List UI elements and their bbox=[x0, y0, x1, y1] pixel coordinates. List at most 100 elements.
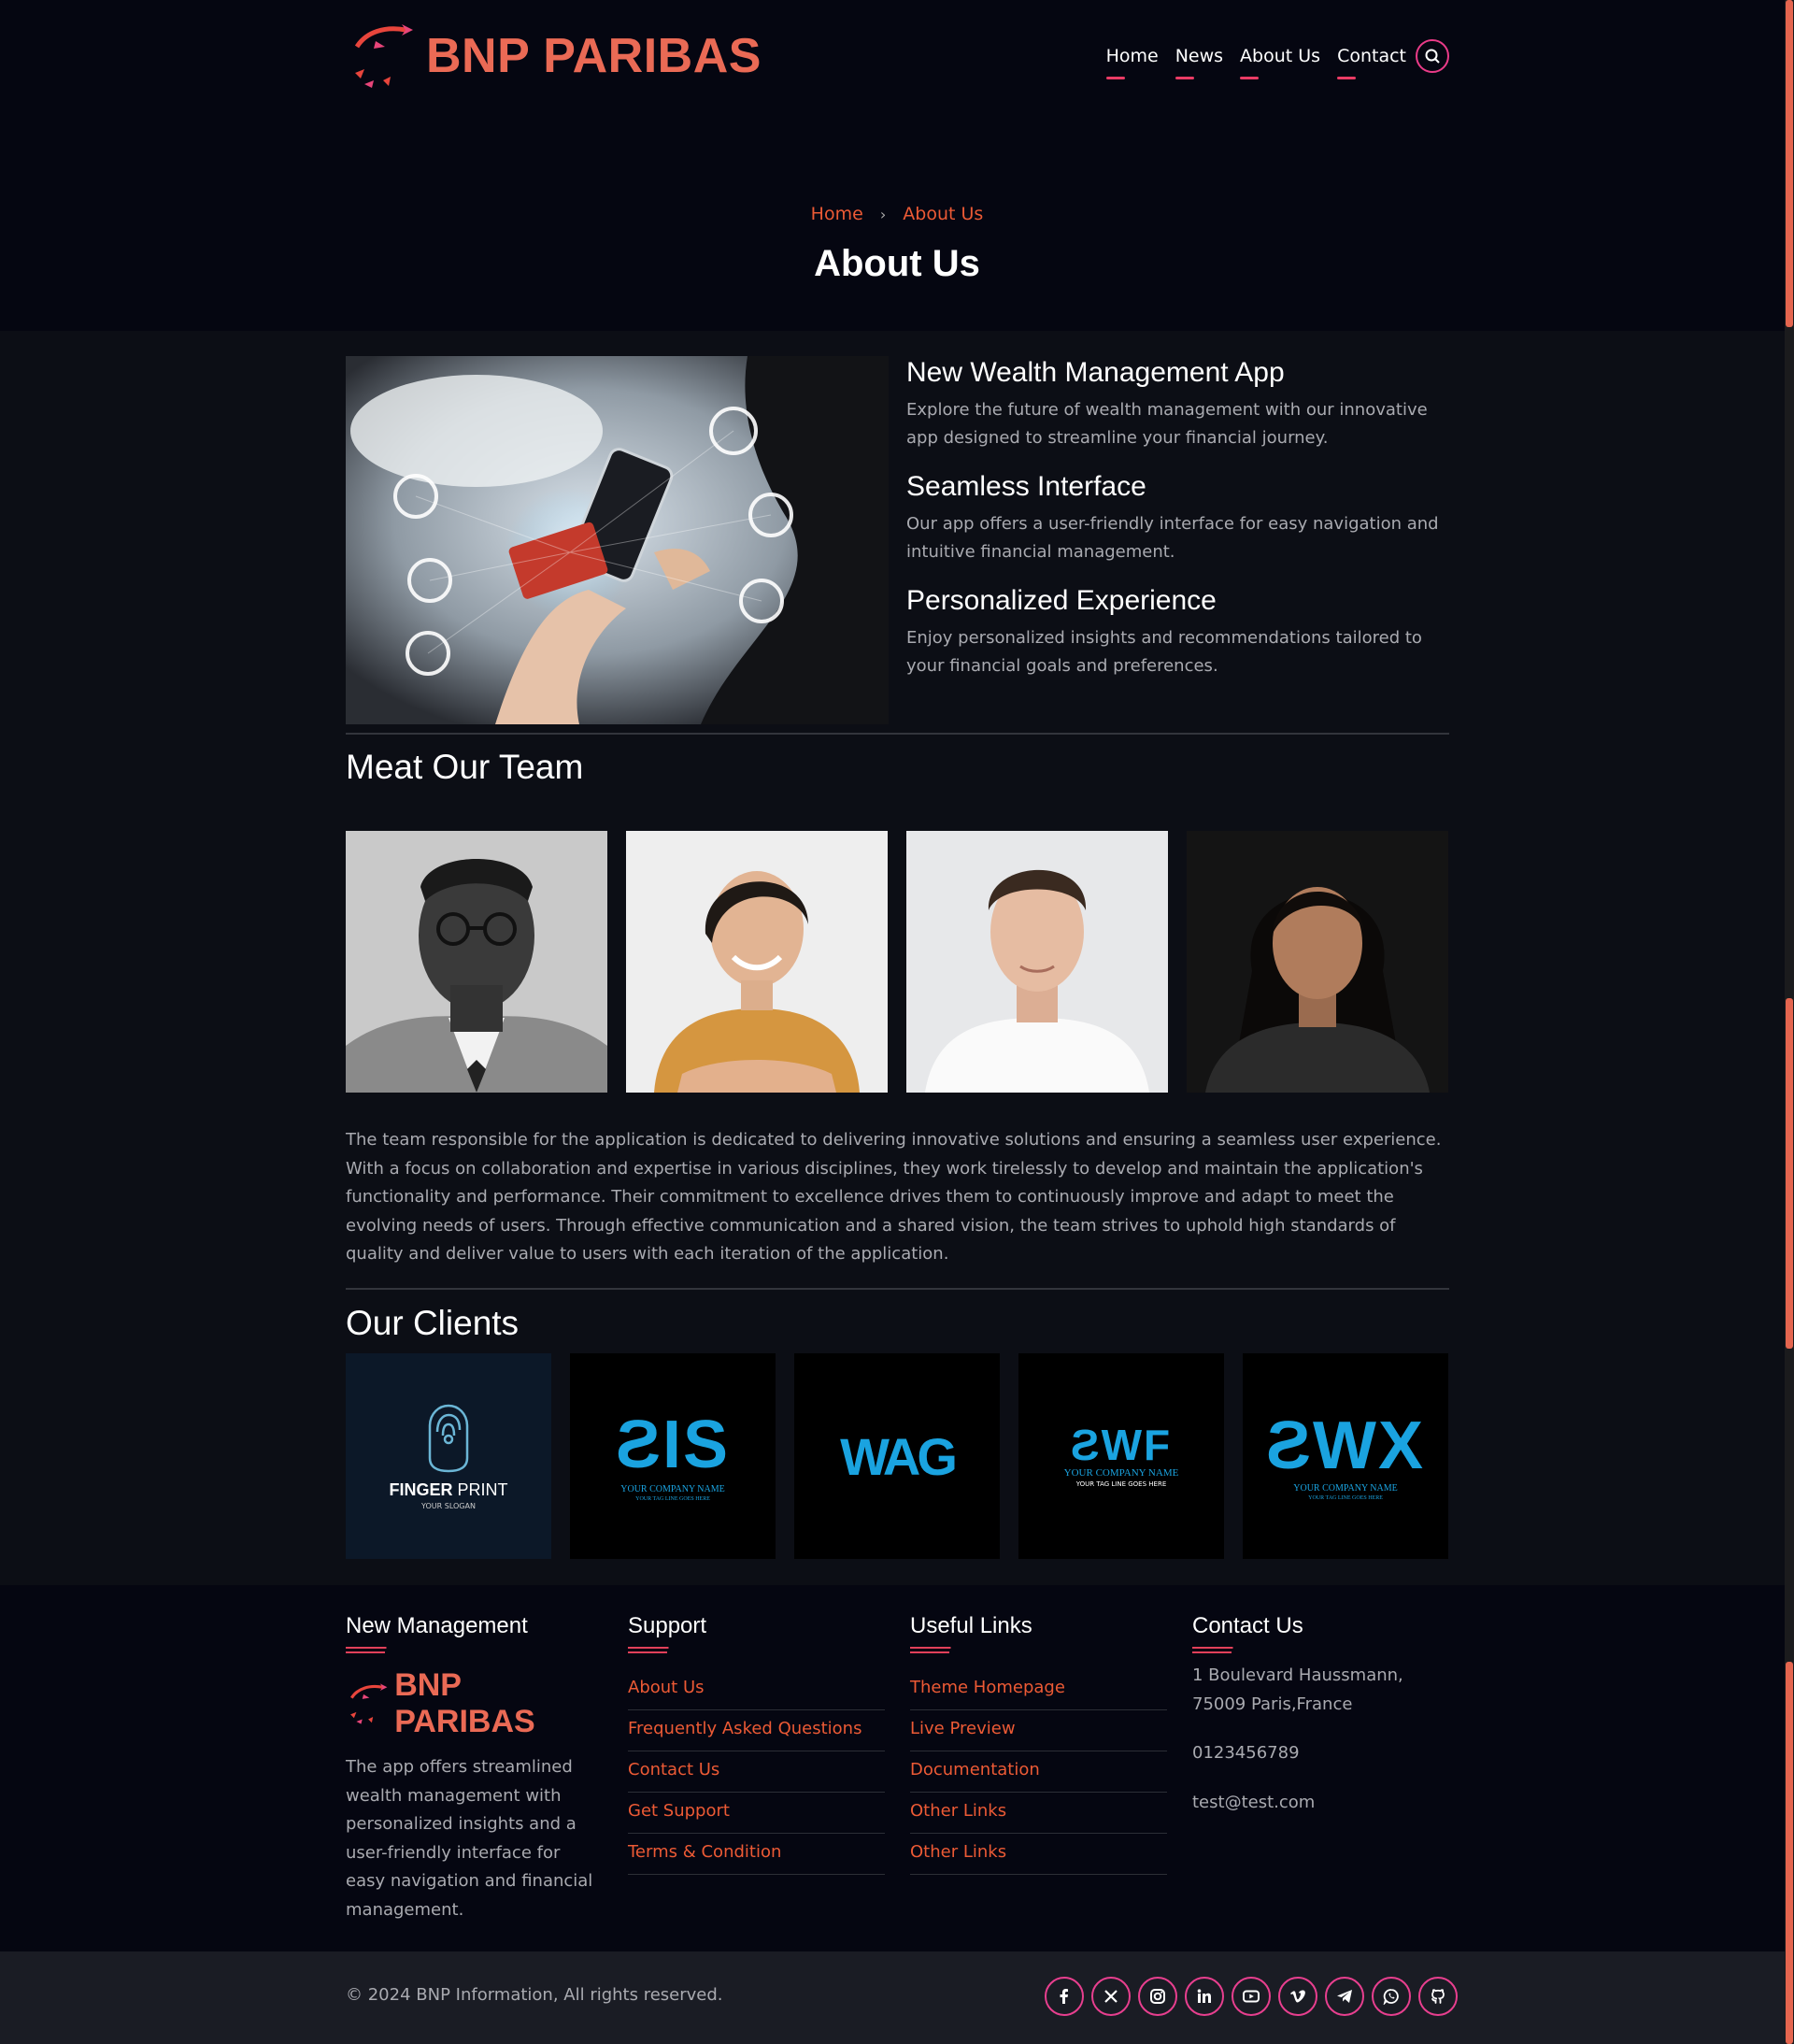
nav-news[interactable]: News bbox=[1175, 46, 1223, 79]
feature-title: Personalized Experience bbox=[906, 585, 1217, 616]
client-mark: ƧIS bbox=[615, 1407, 731, 1482]
footer-link-contact[interactable]: Contact Us bbox=[628, 1751, 885, 1793]
footer-link-about[interactable]: About Us bbox=[628, 1669, 885, 1710]
feature-title: Seamless Interface bbox=[906, 471, 1146, 502]
client-mark: ƧWX bbox=[1265, 1408, 1425, 1483]
scrollbar-thumb-segment[interactable] bbox=[1786, 1662, 1793, 2044]
feature-item: Personalized Experience Enjoy personaliz… bbox=[906, 585, 1449, 680]
footer-col-title: Support bbox=[628, 1613, 707, 1638]
footer-link-live-preview[interactable]: Live Preview bbox=[910, 1710, 1167, 1751]
feature-title: New Wealth Management App bbox=[906, 357, 1285, 388]
footer-address: 1 Boulevard Haussmann, 75009 Paris,Franc… bbox=[1192, 1665, 1403, 1714]
footer-brand-name: BNP PARIBAS bbox=[394, 1667, 535, 1739]
youtube-icon[interactable] bbox=[1232, 1977, 1271, 2016]
github-icon[interactable] bbox=[1418, 1977, 1458, 2016]
client-tagline: YOUR TAG LINE GOES HERE bbox=[635, 1495, 710, 1502]
scrollbar-thumb[interactable] bbox=[1786, 998, 1793, 1349]
features-list: New Wealth Management App Explore the fu… bbox=[906, 357, 1449, 699]
search-icon bbox=[1425, 49, 1440, 64]
footer-phone[interactable]: 0123456789 bbox=[1192, 1739, 1449, 1768]
fingerprint-slogan: YOUR SLOGAN bbox=[421, 1502, 476, 1510]
client-tagline: YOUR TAG LINE GOES HERE bbox=[1308, 1494, 1383, 1501]
nav-about[interactable]: About Us bbox=[1240, 46, 1320, 79]
header: BNP PARIBAS Home News About Us Contact H… bbox=[0, 0, 1785, 331]
client-company: YOUR COMPANY NAME bbox=[1293, 1482, 1398, 1494]
instagram-icon[interactable] bbox=[1138, 1977, 1177, 2016]
footer-email[interactable]: test@test.com bbox=[1192, 1789, 1449, 1818]
client-logo-swf[interactable]: ƧWF YOUR COMPANY NAME YOUR TAG LINE GOES… bbox=[1018, 1353, 1224, 1559]
team-title: Meat Our Team bbox=[346, 748, 584, 786]
bnp-stars-logo-icon bbox=[354, 24, 413, 88]
footer-link-support[interactable]: Get Support bbox=[628, 1793, 885, 1834]
telegram-icon[interactable] bbox=[1325, 1977, 1364, 2016]
team-member-photo bbox=[1187, 831, 1448, 1093]
team-member-photo bbox=[906, 831, 1168, 1093]
feature-text: Explore the future of wealth management … bbox=[906, 400, 1428, 448]
title-underline bbox=[346, 1647, 404, 1653]
breadcrumb-current: About Us bbox=[903, 204, 984, 224]
nav-contact[interactable]: Contact bbox=[1337, 46, 1406, 79]
chevron-right-icon: › bbox=[879, 206, 887, 223]
feature-image bbox=[346, 356, 889, 724]
x-icon[interactable] bbox=[1091, 1977, 1131, 2016]
page-scrollbar[interactable] bbox=[1785, 0, 1794, 2044]
vimeo-icon[interactable] bbox=[1278, 1977, 1317, 2016]
main-nav: Home News About Us Contact bbox=[1089, 39, 1449, 79]
team-member-photo bbox=[626, 831, 888, 1093]
section-divider bbox=[346, 733, 1449, 735]
client-logo-swx[interactable]: ƧWX YOUR COMPANY NAME YOUR TAG LINE GOES… bbox=[1243, 1353, 1448, 1559]
title-underline bbox=[910, 1647, 968, 1653]
fingerprint-icon bbox=[428, 1404, 469, 1473]
title-underline bbox=[1192, 1647, 1250, 1653]
footer-contact: Contact Us 1 Boulevard Haussmann, 75009 … bbox=[1192, 1613, 1449, 1817]
footer-logo[interactable]: BNP PARIBAS bbox=[346, 1667, 603, 1740]
nav-home[interactable]: Home bbox=[1105, 46, 1159, 79]
footer bbox=[0, 1585, 1785, 1951]
breadcrumb-home[interactable]: Home bbox=[811, 204, 863, 224]
fingerprint-brand-b: PRINT bbox=[457, 1480, 508, 1499]
footer-link-terms[interactable]: Terms & Condition bbox=[628, 1834, 885, 1875]
page-title: About Us bbox=[814, 243, 980, 284]
footer-link-documentation[interactable]: Documentation bbox=[910, 1751, 1167, 1793]
footer-useful-links: Useful Links Theme Homepage Live Preview… bbox=[910, 1613, 1167, 1875]
client-logo-fingerprint[interactable]: FINGER PRINT YOUR SLOGAN bbox=[346, 1353, 551, 1559]
clients-title: Our Clients bbox=[346, 1304, 520, 1342]
footer-col-title: Contact Us bbox=[1192, 1613, 1303, 1638]
footer-support: Support About Us Frequently Asked Questi… bbox=[628, 1613, 885, 1875]
team-description: The team responsible for the application… bbox=[346, 1130, 1442, 1265]
client-mark: ƧWF bbox=[1070, 1421, 1173, 1469]
whatsapp-icon[interactable] bbox=[1372, 1977, 1411, 2016]
breadcrumb: Home › About Us bbox=[0, 204, 1794, 224]
client-logo-wag[interactable]: WAG bbox=[794, 1353, 1000, 1559]
title-underline bbox=[628, 1647, 686, 1653]
footer-col-title: New Management bbox=[346, 1613, 528, 1638]
footer-link-other[interactable]: Other Links bbox=[910, 1834, 1167, 1875]
client-company: YOUR COMPANY NAME bbox=[620, 1483, 725, 1494]
team-grid bbox=[346, 831, 1449, 1093]
search-button[interactable] bbox=[1416, 39, 1449, 73]
clients-grid: FINGER PRINT YOUR SLOGAN ƧIS YOUR COMPAN… bbox=[346, 1353, 1449, 1559]
footer-link-other[interactable]: Other Links bbox=[910, 1793, 1167, 1834]
footer-link-theme-homepage[interactable]: Theme Homepage bbox=[910, 1669, 1167, 1710]
footer-link-faq[interactable]: Frequently Asked Questions bbox=[628, 1710, 885, 1751]
fingerprint-brand-a: FINGER bbox=[389, 1480, 453, 1499]
brand-name: BNP PARIBAS bbox=[426, 29, 762, 83]
feature-text: Our app offers a user-friendly interface… bbox=[906, 514, 1439, 562]
feature-item: New Wealth Management App Explore the fu… bbox=[906, 357, 1449, 452]
footer-bottom-bar bbox=[0, 1951, 1785, 2044]
scrollbar-thumb-segment[interactable] bbox=[1786, 0, 1793, 327]
feature-text: Enjoy personalized insights and recommen… bbox=[906, 628, 1422, 676]
linkedin-icon[interactable] bbox=[1185, 1977, 1224, 2016]
copyright: © 2024 BNP Information, All rights reser… bbox=[346, 1985, 723, 2005]
client-mark: WAG bbox=[840, 1426, 958, 1486]
section-divider bbox=[346, 1288, 1449, 1290]
team-member-photo bbox=[346, 831, 607, 1093]
social-links bbox=[1045, 1977, 1458, 2016]
client-company: YOUR COMPANY NAME bbox=[1063, 1467, 1179, 1479]
brand-logo[interactable]: BNP PARIBAS bbox=[348, 17, 762, 95]
client-tagline: YOUR TAG LINE GOES HERE bbox=[1075, 1480, 1167, 1488]
facebook-icon[interactable] bbox=[1045, 1977, 1084, 2016]
footer-col-title: Useful Links bbox=[910, 1613, 1032, 1638]
bnp-stars-logo-icon bbox=[349, 1683, 388, 1724]
client-logo-sis[interactable]: ƧIS YOUR COMPANY NAME YOUR TAG LINE GOES… bbox=[570, 1353, 776, 1559]
